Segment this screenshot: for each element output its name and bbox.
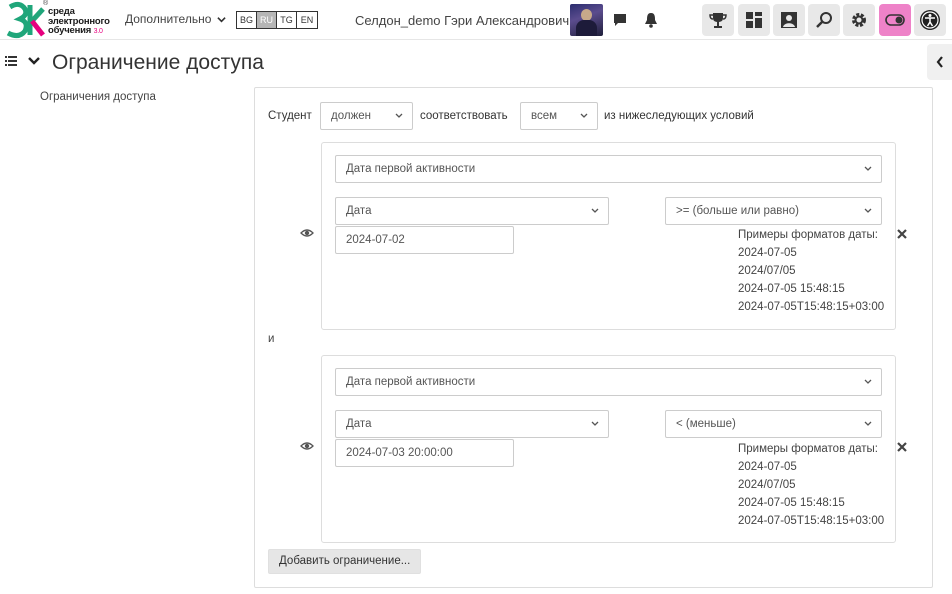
all-select[interactable]: всем <box>520 102 598 130</box>
format-hint: 2024/07/05 <box>738 479 796 491</box>
match-text: соответствовать <box>420 102 508 130</box>
list-icon[interactable] <box>5 56 17 66</box>
format-hint: 2024-07-05 <box>738 461 797 473</box>
section-label: Ограничения доступа <box>40 91 156 103</box>
site-logo[interactable]: ® среда электронного обучения 3.0 <box>6 0 116 39</box>
condition-2-format-hints: Примеры форматов даты: 2024-07-05 2024/0… <box>738 440 884 530</box>
condition-2-value-input[interactable]: 2024-07-03 20:00:00 <box>335 439 514 467</box>
format-hint: 2024-07-05 15:48:15 <box>738 497 845 509</box>
match-label: соответствовать <box>420 110 508 122</box>
chevron-left-icon <box>936 56 943 68</box>
condition-1-operator-value: >= (больше или равно) <box>676 205 799 217</box>
close-icon[interactable] <box>896 441 908 453</box>
condition-1-type-value: Дата первой активности <box>346 163 476 175</box>
eye-icon[interactable] <box>300 228 314 238</box>
page-title: Ограничение доступа <box>52 51 264 74</box>
format-hint: 2024-07-05 15:48:15 <box>738 283 845 295</box>
chevron-down-icon <box>217 16 227 22</box>
theme-toggle-button[interactable] <box>879 4 911 36</box>
format-hint: 2024-07-05T15:48:15+03:00 <box>738 515 885 527</box>
condition-1-field-value: Дата <box>346 205 372 217</box>
conditions-text: из нижеследующих условий <box>604 102 754 130</box>
trophy-button[interactable] <box>702 4 734 36</box>
condition-1-value-input[interactable]: 2024-07-02 <box>335 226 514 254</box>
eye-icon[interactable] <box>300 441 314 451</box>
user-card-icon <box>781 12 797 28</box>
format-hint: 2024-07-05 <box>738 247 797 259</box>
gear-icon <box>852 13 866 27</box>
chevron-down-icon <box>591 421 599 426</box>
condition-1-format-hints: Примеры форматов даты: 2024-07-05 2024/0… <box>738 226 884 316</box>
page-header: Ограничение доступа <box>0 44 952 80</box>
logo-3k-icon <box>6 1 45 39</box>
condition-2-operator-value: < (меньше) <box>676 418 736 430</box>
top-navbar: ® среда электронного обучения 3.0 Дополн… <box>0 0 952 40</box>
add-restriction-button[interactable]: Добавить ограничение... <box>268 549 422 574</box>
chevron-down-icon <box>864 379 872 384</box>
accessibility-icon <box>920 10 940 30</box>
chevron-down-icon <box>864 166 872 171</box>
format-hint-title: Примеры форматов даты: <box>738 443 878 455</box>
conditions-label: из нижеследующих условий <box>604 110 754 122</box>
search-icon <box>816 12 832 28</box>
must-select[interactable]: должен <box>320 102 413 130</box>
lang-bg[interactable]: BG <box>237 12 257 28</box>
lang-en[interactable]: EN <box>297 12 317 28</box>
grid-icon <box>746 12 762 28</box>
chevron-down-icon[interactable] <box>28 56 40 66</box>
trophy-icon <box>709 13 727 28</box>
condition-1-field-select[interactable]: Дата <box>335 197 609 225</box>
user-name[interactable]: Селдон_demo Гэри Александрович <box>355 13 569 28</box>
must-select-value: должен <box>331 110 372 122</box>
profile-card-button[interactable] <box>773 4 805 36</box>
logo-text: среда электронного обучения 3.0 <box>48 7 110 37</box>
condition-2-type-value: Дата первой активности <box>346 376 476 388</box>
dashboard-button[interactable] <box>738 4 770 36</box>
close-icon[interactable] <box>896 228 908 240</box>
condition-2-type-select[interactable]: Дата первой активности <box>335 368 882 396</box>
logo-brand: 3.0 <box>93 28 103 35</box>
avatar[interactable] <box>570 4 603 36</box>
chevron-down-icon <box>591 208 599 213</box>
format-hint: 2024/07/05 <box>738 265 796 277</box>
lang-tg[interactable]: TG <box>277 12 297 28</box>
language-switcher: BG RU TG EN <box>236 11 318 29</box>
chevron-down-icon <box>395 113 403 118</box>
accessibility-button[interactable] <box>914 4 946 36</box>
chevron-down-icon <box>864 208 872 213</box>
lang-ru[interactable]: RU <box>257 12 277 28</box>
logo-line-3: обучения <box>48 25 92 36</box>
search-button[interactable] <box>808 4 840 36</box>
messages-icon[interactable] <box>610 10 630 30</box>
toggle-icon <box>885 14 905 26</box>
condition-1-operator-select[interactable]: >= (больше или равно) <box>665 197 882 225</box>
condition-2-field-select[interactable]: Дата <box>335 410 609 438</box>
notifications-icon[interactable] <box>641 10 661 30</box>
chevron-down-icon <box>864 421 872 426</box>
all-select-value: всем <box>531 110 558 122</box>
condition-2-field-value: Дата <box>346 418 372 430</box>
format-hint-title: Примеры форматов даты: <box>738 229 878 241</box>
and-label: и <box>268 333 275 345</box>
right-drawer-toggle[interactable] <box>927 44 952 80</box>
settings-button[interactable] <box>843 4 875 36</box>
chevron-down-icon <box>580 113 588 118</box>
restriction-intro-student: Студент <box>268 102 312 130</box>
more-menu[interactable]: Дополнительно <box>125 12 227 26</box>
more-menu-label: Дополнительно <box>125 12 212 26</box>
format-hint: 2024-07-05T15:48:15+03:00 <box>738 301 885 313</box>
condition-2-operator-select[interactable]: < (меньше) <box>665 410 882 438</box>
student-label: Студент <box>268 110 312 122</box>
condition-1-type-select[interactable]: Дата первой активности <box>335 155 882 183</box>
